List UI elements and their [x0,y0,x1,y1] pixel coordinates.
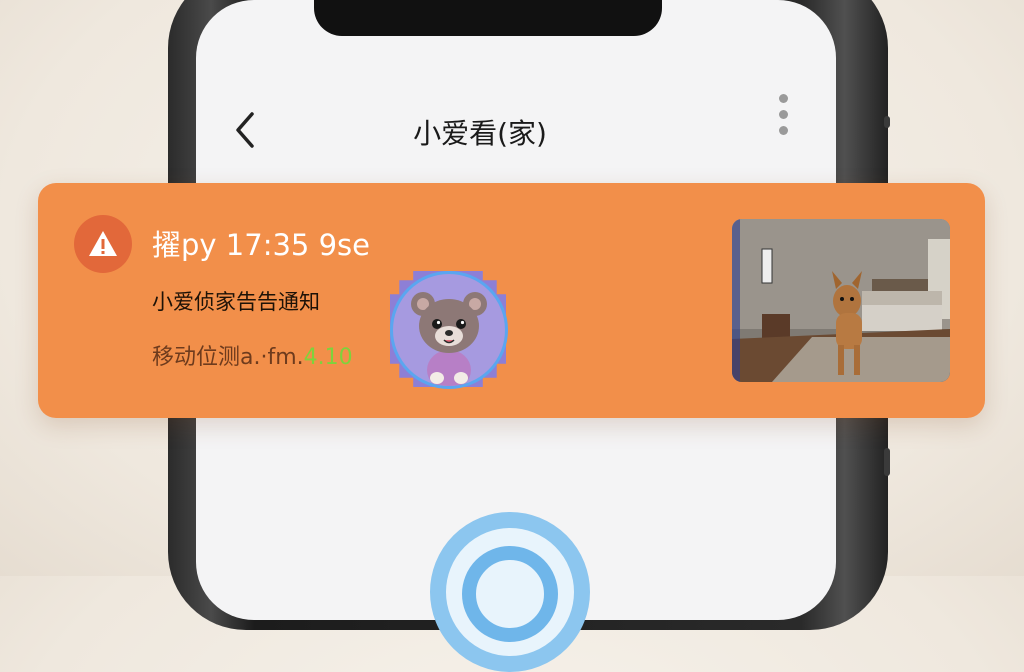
more-menu-button[interactable] [775,94,791,140]
ring-button-icon [462,546,558,642]
more-vertical-icon [778,126,788,135]
notification-body: 移动位测a.·fm.4.10 [152,339,353,371]
notification-header: 擢py 17:35 9se [152,228,370,262]
notification-title: 小爱侦家告告通知 [152,290,320,314]
dog-snapshot-image [732,219,950,382]
warning-icon [89,231,117,256]
phone-notch [314,0,662,36]
bear-icon [411,292,487,386]
notification-body-text: 移动位测a.·fm. [152,345,304,370]
more-vertical-icon [778,94,788,103]
notification-body-highlight: 4.10 [303,345,353,370]
back-button[interactable] [230,110,260,150]
bear-avatar [384,265,512,393]
chevron-left-icon [236,112,254,148]
side-button [884,448,890,476]
avatar-circle [390,271,508,389]
camera-snapshot[interactable] [732,219,950,382]
more-vertical-icon [778,110,788,119]
page-title: 小爱看(家) [413,117,547,150]
side-button [884,116,890,128]
alert-badge [74,215,132,273]
